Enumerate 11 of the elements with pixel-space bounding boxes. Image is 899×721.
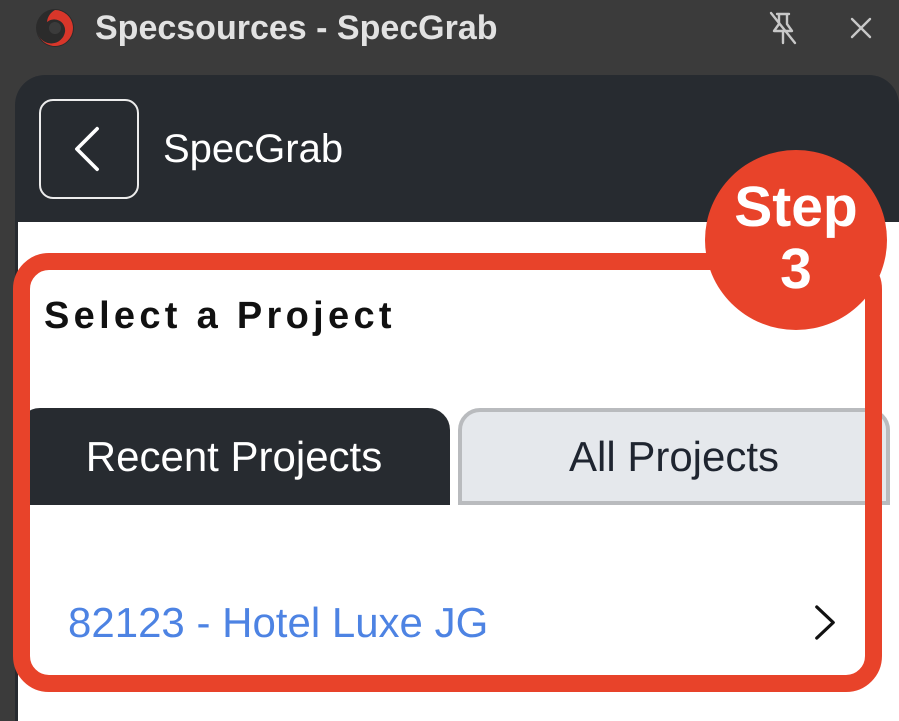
back-button[interactable] [39,99,139,199]
tab[interactable]: All Projects [458,408,890,505]
pin-off-icon[interactable] [769,11,797,45]
project-list-item[interactable]: 82123 - Hotel Luxe JG [18,570,899,675]
close-icon[interactable] [850,17,872,39]
window-title: Specsources - SpecGrab [95,8,498,48]
header-title: SpecGrab [163,126,344,172]
swirl-logo-icon [35,8,75,48]
page-heading: Select a Project [44,295,396,337]
chevron-right-icon [814,604,836,641]
chevron-left-icon [73,126,101,172]
